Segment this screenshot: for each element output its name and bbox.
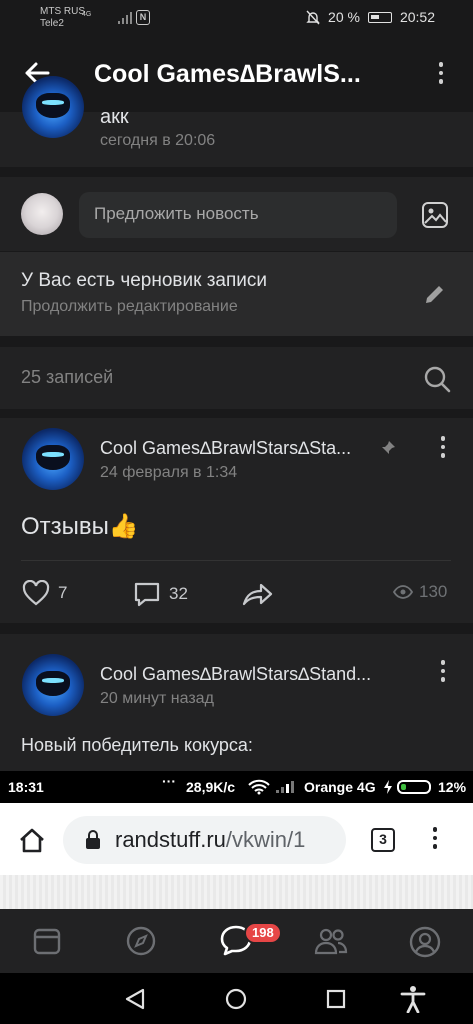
- post-menu-icon[interactable]: [438, 660, 448, 686]
- comment-button[interactable]: 32: [133, 580, 188, 608]
- photo-icon[interactable]: [421, 201, 449, 229]
- likes-count: 7: [58, 583, 68, 602]
- messages-badge: 198: [244, 922, 282, 944]
- profile-tab-icon[interactable]: [409, 926, 441, 958]
- carrier-2: Tele2: [40, 18, 64, 29]
- draft-card[interactable]: У Вас есть черновик записи Продолжить ре…: [0, 252, 473, 336]
- network-speed: 28,9K/c: [186, 779, 236, 795]
- news-tab-icon[interactable]: [33, 927, 61, 955]
- post-time: 24 февраля в 1:34: [100, 464, 238, 481]
- post-author[interactable]: Cool Games∆BrawlStars∆Stand...: [100, 664, 371, 685]
- posts-count: 25 записей: [21, 367, 114, 387]
- browser-battery: 12%: [438, 779, 467, 795]
- draft-subtitle: Продолжить редактирование: [21, 298, 238, 315]
- lock-icon: [86, 830, 100, 849]
- url-domain: randstuff.ru: [115, 827, 226, 852]
- home-icon[interactable]: [18, 827, 46, 853]
- friends-tab-icon[interactable]: [314, 927, 348, 955]
- wifi-icon: [248, 779, 270, 795]
- post-card: Cool Games∆BrawlStars∆Sta... 24 февраля …: [0, 418, 473, 623]
- web-page-content: [0, 875, 473, 909]
- heart-icon: [22, 580, 50, 606]
- battery-icon: [397, 780, 431, 794]
- tab-switcher-button[interactable]: 3: [371, 828, 395, 852]
- post-author[interactable]: Cool Games∆BrawlStars∆Sta...: [100, 438, 351, 459]
- edit-pencil-icon[interactable]: [423, 282, 447, 306]
- bottom-tab-bar: 198: [0, 909, 473, 973]
- pin-icon: [382, 441, 395, 454]
- carrier-names: MTS RUS Tele2: [40, 6, 85, 30]
- browser-menu-icon[interactable]: [430, 827, 440, 853]
- home-nav-icon[interactable]: [225, 988, 247, 1010]
- post-text-row: Отзывы👍: [21, 512, 139, 541]
- previous-post-time: сегодня в 20:06: [100, 132, 216, 149]
- comment-icon: [134, 582, 160, 607]
- status-dots: ···: [162, 773, 176, 789]
- post-menu-icon[interactable]: [438, 436, 448, 462]
- views: 130: [393, 582, 447, 602]
- post-card: Cool Games∆BrawlStars∆Stand... 20 минут …: [0, 634, 473, 771]
- previous-post: акк сегодня в 20:06: [0, 76, 473, 167]
- url-path: /vkwin/1: [225, 827, 306, 852]
- discover-tab-icon[interactable]: [126, 926, 156, 956]
- search-icon[interactable]: [423, 365, 451, 393]
- accessibility-icon[interactable]: [400, 985, 426, 1013]
- suggest-news-input[interactable]: Предложить новость: [79, 192, 397, 238]
- signal-icon: [276, 781, 296, 793]
- browser-status-bar: 18:31 ··· 28,9K/c Orange 4G 12%: [0, 771, 473, 803]
- more-options-icon[interactable]: [432, 62, 450, 88]
- share-icon[interactable]: [241, 580, 273, 608]
- posts-header: 25 записей: [0, 347, 473, 409]
- page-title: Cool Games∆BrawlS...: [94, 60, 361, 88]
- browser-toolbar: randstuff.ru/vkwin/1 3: [0, 803, 473, 875]
- like-button[interactable]: 7: [22, 580, 67, 606]
- browser-status-time: 18:31: [8, 779, 44, 795]
- mute-icon: [306, 10, 320, 24]
- post-text: Отзывы: [21, 513, 109, 540]
- system-nav-bar: [0, 973, 473, 1024]
- battery-percent: 20 %: [328, 9, 360, 25]
- user-avatar[interactable]: [21, 193, 63, 235]
- nfc-icon: N: [136, 10, 150, 25]
- community-avatar[interactable]: [22, 76, 84, 138]
- post-author-avatar[interactable]: [22, 428, 84, 490]
- network-type: 4G: [82, 11, 92, 18]
- status-bar: MTS RUS Tele2 4G N 20 % 20:52: [0, 0, 473, 36]
- battery-icon: [367, 11, 392, 23]
- post-author-avatar[interactable]: [22, 654, 84, 716]
- url-bar[interactable]: randstuff.ru/vkwin/1: [63, 816, 346, 864]
- carrier-1: MTS RUS: [40, 6, 85, 17]
- post-time: 20 минут назад: [100, 690, 214, 707]
- signal-icon: [118, 12, 134, 24]
- post-divider: [21, 560, 451, 561]
- views-count: 130: [419, 582, 448, 601]
- status-time: 20:52: [399, 9, 435, 25]
- comments-count: 32: [169, 584, 188, 603]
- recents-nav-icon[interactable]: [326, 989, 346, 1009]
- thumbs-up-emoji: 👍: [108, 513, 139, 540]
- draft-title: У Вас есть черновик записи: [21, 270, 267, 291]
- browser-carrier: Orange 4G: [304, 779, 376, 795]
- post-text: Новый победитель кокурса:: [21, 735, 253, 755]
- back-nav-icon[interactable]: [124, 987, 146, 1011]
- previous-post-text: акк: [100, 106, 129, 128]
- eye-icon: [393, 585, 413, 599]
- charging-icon: [384, 780, 392, 794]
